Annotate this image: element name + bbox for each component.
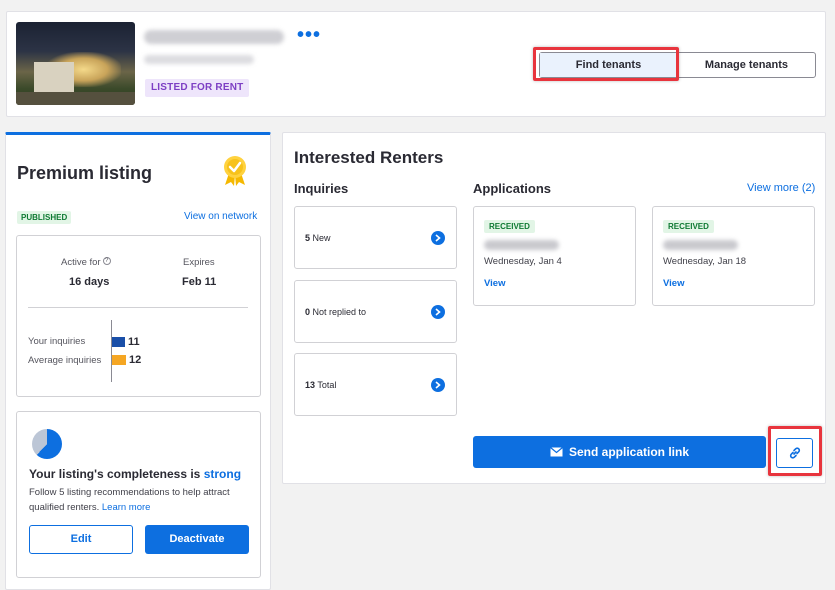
inquiry-label: New bbox=[312, 233, 331, 243]
received-badge: RECEIVED bbox=[484, 220, 535, 233]
published-badge: PUBLISHED bbox=[17, 211, 72, 224]
tenant-tabs: Find tenants Manage tenants bbox=[539, 52, 816, 78]
more-options-icon[interactable]: ••• bbox=[297, 25, 320, 46]
renters-title: Interested Renters bbox=[294, 148, 444, 167]
envelope-icon bbox=[550, 446, 563, 457]
completeness-pie bbox=[32, 429, 62, 459]
inquiry-label: Total bbox=[317, 380, 337, 390]
learn-more-link[interactable]: Learn more bbox=[102, 502, 151, 513]
view-application-link[interactable]: View bbox=[663, 278, 684, 289]
completeness-level: strong bbox=[203, 467, 242, 481]
tab-find-tenants[interactable]: Find tenants bbox=[540, 53, 678, 77]
application-card: RECEIVED Wednesday, Jan 18 View bbox=[652, 206, 815, 306]
your-inquiries-value: 11 bbox=[128, 336, 140, 348]
link-icon bbox=[789, 447, 801, 459]
send-application-link-button[interactable]: Send application link bbox=[473, 436, 766, 468]
premium-listing-card: Premium listing PUBLISHED View on networ… bbox=[5, 132, 271, 590]
chevron-right-icon[interactable] bbox=[431, 231, 445, 245]
application-card: RECEIVED Wednesday, Jan 4 View bbox=[473, 206, 636, 306]
listing-header: ••• LISTED FOR RENT Find tenants Manage … bbox=[6, 11, 826, 117]
deactivate-button[interactable]: Deactivate bbox=[145, 525, 249, 554]
your-inquiries-label: Your inquiries bbox=[28, 336, 86, 347]
property-photo[interactable] bbox=[16, 22, 135, 105]
your-inquiries-bar bbox=[112, 337, 125, 347]
average-inquiries-label: Average inquiries bbox=[28, 355, 102, 366]
property-city-redacted bbox=[144, 55, 254, 64]
average-inquiries-value: 12 bbox=[129, 354, 142, 366]
edit-button[interactable]: Edit bbox=[29, 525, 133, 554]
inquiry-new[interactable]: 5 New bbox=[294, 206, 457, 269]
received-badge: RECEIVED bbox=[663, 220, 714, 233]
inquiry-count: 0 bbox=[305, 307, 311, 317]
completeness-description: Follow 5 listing recommendations to help… bbox=[29, 487, 230, 513]
copy-link-button[interactable] bbox=[776, 438, 813, 468]
inquiry-count: 13 bbox=[305, 380, 316, 390]
completeness-card: Your listing's completeness is strong Fo… bbox=[16, 411, 261, 578]
property-address-redacted bbox=[144, 30, 284, 44]
completeness-heading: Your listing's completeness is strong bbox=[29, 467, 242, 481]
inquiry-total[interactable]: 13 Total bbox=[294, 353, 457, 416]
average-inquiries-bar bbox=[112, 355, 126, 365]
application-date: Wednesday, Jan 18 bbox=[663, 256, 747, 267]
inquiries-axis bbox=[111, 320, 112, 382]
view-application-link[interactable]: View bbox=[484, 278, 505, 289]
inquiries-title: Inquiries bbox=[294, 181, 349, 196]
inquiry-label: Not replied to bbox=[312, 307, 367, 317]
listing-status-badge: LISTED FOR RENT bbox=[145, 79, 250, 97]
chevron-right-icon[interactable] bbox=[431, 378, 445, 392]
listing-stats: Active for? 16 days Expires Feb 11 Your … bbox=[16, 235, 261, 397]
active-for-value: 16 days bbox=[69, 276, 110, 288]
interested-renters-card: Interested Renters Inquiries 5 New 0 Not… bbox=[282, 132, 826, 484]
active-for-label: Active for? bbox=[61, 257, 111, 268]
inquiry-not-replied[interactable]: 0 Not replied to bbox=[294, 280, 457, 343]
view-more-link[interactable]: View more (2) bbox=[747, 182, 815, 194]
applicant-name-redacted bbox=[663, 240, 738, 250]
stats-divider bbox=[28, 307, 248, 308]
premium-title: Premium listing bbox=[17, 163, 153, 183]
view-on-network-link[interactable]: View on network bbox=[184, 211, 257, 222]
tab-manage-tenants[interactable]: Manage tenants bbox=[678, 53, 815, 77]
help-icon[interactable]: ? bbox=[102, 257, 111, 265]
medal-check-icon bbox=[224, 156, 246, 186]
application-date: Wednesday, Jan 4 bbox=[484, 256, 562, 267]
chevron-right-icon[interactable] bbox=[431, 305, 445, 319]
applications-title: Applications bbox=[473, 181, 552, 196]
expires-value: Feb 11 bbox=[182, 276, 217, 288]
applicant-name-redacted bbox=[484, 240, 559, 250]
inquiry-count: 5 bbox=[305, 233, 311, 243]
expires-label: Expires bbox=[183, 257, 215, 268]
